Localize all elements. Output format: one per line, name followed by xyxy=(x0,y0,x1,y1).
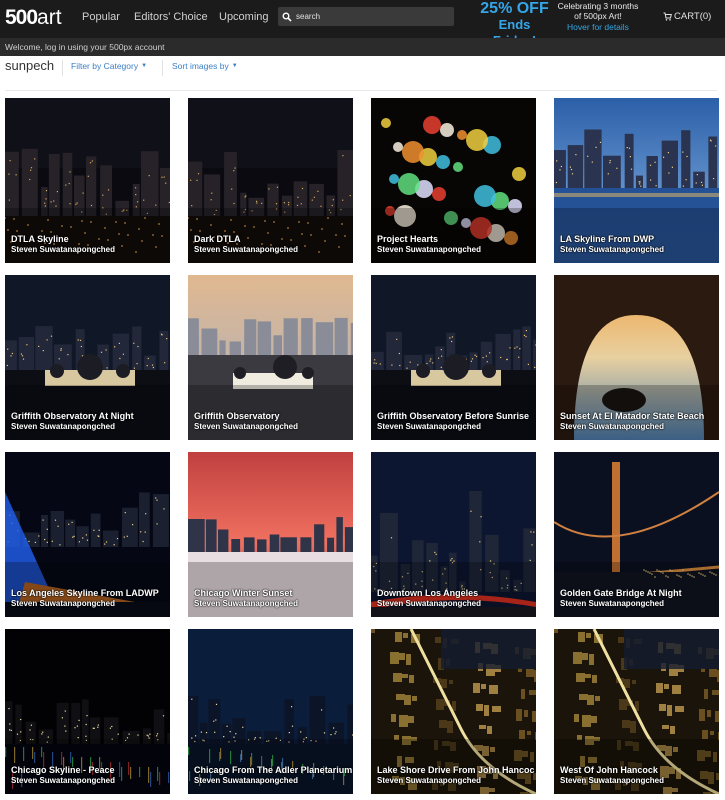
promo-detail-line2: of 500px Art! xyxy=(574,11,622,21)
photo-title[interactable]: Chicago From The Adler Planetarium xyxy=(194,765,352,776)
photo-tile[interactable]: Dark DTLA Steven Suwatanapongched xyxy=(188,98,353,263)
photo-author[interactable]: Steven Suwatanapongched xyxy=(194,245,352,255)
filter-label: Filter by Category xyxy=(71,61,139,71)
photo-author[interactable]: Steven Suwatanapongched xyxy=(11,422,169,432)
promo-detail[interactable]: Celebrating 3 months of 500px Art! Hover… xyxy=(556,1,640,32)
filter-by-category-dropdown[interactable]: Filter by Category ▼ xyxy=(71,61,147,71)
promo-headline: 25% OFF xyxy=(480,0,549,17)
photo-title[interactable]: Project Hearts xyxy=(377,234,535,245)
photo-title[interactable]: LA Skyline From DWP xyxy=(560,234,718,245)
photo-title[interactable]: West Of John Hancock xyxy=(560,765,718,776)
photo-caption: Project Hearts Steven Suwatanapongched xyxy=(377,234,535,255)
photo-tile[interactable]: West Of John Hancock Steven Suwatanapongc… xyxy=(554,629,719,794)
photo-author[interactable]: Steven Suwatanapongched xyxy=(194,422,352,432)
welcome-text[interactable]: Welcome, log in using your 500px account xyxy=(5,42,165,52)
photo-author[interactable]: Steven Suwatanapongched xyxy=(560,245,718,255)
sub-header: sunpech Filter by Category ▼ Sort images… xyxy=(0,56,725,80)
photo-tile[interactable]: LA Skyline From DWP Steven Suwatanapongch… xyxy=(554,98,719,263)
photo-author[interactable]: Steven Suwatanapongched xyxy=(377,599,535,609)
top-nav-bar: 500art Popular Editors' Choice Upcoming … xyxy=(0,0,725,48)
photo-author[interactable]: Steven Suwatanapongched xyxy=(377,245,535,255)
username-title: sunpech xyxy=(5,58,55,73)
photo-title[interactable]: Downtown Los Angeles xyxy=(377,588,535,599)
promo-detail-line1: Celebrating 3 months xyxy=(557,1,639,11)
caret-down-icon: ▼ xyxy=(231,63,238,69)
photo-tile[interactable]: Chicago Skyline - Peace Steven Suwatanapo… xyxy=(5,629,170,794)
photo-tile[interactable]: Golden Gate Bridge At Night Steven Suwata… xyxy=(554,452,719,617)
photo-title[interactable]: Griffith Observatory Before Sunrise xyxy=(377,411,535,422)
photo-caption: Chicago From The Adler Planetarium Steven… xyxy=(194,765,352,786)
photo-tile[interactable]: Lake Shore Drive From John Hancock Steven… xyxy=(371,629,536,794)
photo-tile[interactable]: Griffith Observatory Steven Suwatanapongc… xyxy=(188,275,353,440)
photo-caption: West Of John Hancock Steven Suwatanapongc… xyxy=(560,765,718,786)
caret-down-icon: ▼ xyxy=(141,63,148,69)
photo-caption: Golden Gate Bridge At Night Steven Suwata… xyxy=(560,588,718,609)
divider xyxy=(62,60,63,76)
photo-caption: Downtown Los Angeles Steven Suwatanapongc… xyxy=(377,588,535,609)
photo-title[interactable]: Chicago Skyline - Peace xyxy=(11,765,169,776)
photo-author[interactable]: Steven Suwatanapongched xyxy=(560,422,718,432)
photo-author[interactable]: Steven Suwatanapongched xyxy=(377,422,535,432)
promo-hover-link[interactable]: Hover for details xyxy=(556,22,640,32)
photo-tile[interactable]: Sunset At El Matador State Beach Steven S… xyxy=(554,275,719,440)
photo-author[interactable]: Steven Suwatanapongched xyxy=(11,599,169,609)
photo-caption: Chicago Skyline - Peace Steven Suwatanapo… xyxy=(11,765,169,786)
site-logo[interactable]: 500art xyxy=(5,4,62,32)
photo-title[interactable]: DTLA Skyline xyxy=(11,234,169,245)
photo-caption: Chicago Winter Sunset Steven Suwatanapong… xyxy=(194,588,352,609)
cart-button[interactable]: CART(0) xyxy=(663,11,711,22)
nav-editors-choice[interactable]: Editors' Choice xyxy=(134,11,208,23)
logo-suffix: art xyxy=(37,6,62,29)
photo-tile[interactable]: DTLA Skyline Steven Suwatanapongched xyxy=(5,98,170,263)
photo-tile[interactable]: Los Angeles Skyline From LADWP Steven Suw… xyxy=(5,452,170,617)
search-box[interactable] xyxy=(278,7,454,26)
welcome-banner[interactable]: Welcome, log in using your 500px account xyxy=(0,38,725,56)
photo-caption: DTLA Skyline Steven Suwatanapongched xyxy=(11,234,169,255)
photo-caption: Griffith Observatory Before Sunrise Steve… xyxy=(377,411,535,432)
photo-caption: Sunset At El Matador State Beach Steven S… xyxy=(560,411,718,432)
photo-author[interactable]: Steven Suwatanapongched xyxy=(11,776,169,786)
photo-title[interactable]: Lake Shore Drive From John Hancock xyxy=(377,765,535,776)
photo-author[interactable]: Steven Suwatanapongched xyxy=(560,776,718,786)
photo-title[interactable]: Chicago Winter Sunset xyxy=(194,588,352,599)
nav-upcoming[interactable]: Upcoming xyxy=(219,11,269,23)
photo-tile[interactable]: Chicago Winter Sunset Steven Suwatanapong… xyxy=(188,452,353,617)
photo-tile[interactable]: Griffith Observatory At Night Steven Suwa… xyxy=(5,275,170,440)
photo-author[interactable]: Steven Suwatanapongched xyxy=(194,599,352,609)
photo-title[interactable]: Los Angeles Skyline From LADWP xyxy=(11,588,169,599)
photo-author[interactable]: Steven Suwatanapongched xyxy=(194,776,352,786)
search-icon xyxy=(282,12,292,22)
photo-title[interactable]: Griffith Observatory xyxy=(194,411,352,422)
photo-caption: Griffith Observatory At Night Steven Suwa… xyxy=(11,411,169,432)
photo-caption: Los Angeles Skyline From LADWP Steven Suw… xyxy=(11,588,169,609)
photo-caption: Griffith Observatory Steven Suwatanapongc… xyxy=(194,411,352,432)
cart-label: CART(0) xyxy=(674,11,712,22)
photo-tile[interactable]: Project Hearts Steven Suwatanapongched xyxy=(371,98,536,263)
photo-tile[interactable]: Downtown Los Angeles Steven Suwatanapongc… xyxy=(371,452,536,617)
divider xyxy=(162,60,163,76)
sort-images-dropdown[interactable]: Sort images by ▼ xyxy=(172,61,238,71)
photo-author[interactable]: Steven Suwatanapongched xyxy=(377,776,535,786)
photo-title[interactable]: Golden Gate Bridge At Night xyxy=(560,588,718,599)
photo-title[interactable]: Griffith Observatory At Night xyxy=(11,411,169,422)
photo-caption: Lake Shore Drive From John Hancock Steven… xyxy=(377,765,535,786)
nav-popular[interactable]: Popular xyxy=(82,11,120,23)
photo-author[interactable]: Steven Suwatanapongched xyxy=(560,599,718,609)
photo-tile[interactable]: Chicago From The Adler Planetarium Steven… xyxy=(188,629,353,794)
search-input[interactable] xyxy=(296,12,446,21)
photo-tile[interactable]: Griffith Observatory Before Sunrise Steve… xyxy=(371,275,536,440)
photo-title[interactable]: Sunset At El Matador State Beach xyxy=(560,411,718,422)
sort-label: Sort images by xyxy=(172,61,229,71)
cart-icon xyxy=(663,12,672,21)
photo-title[interactable]: Dark DTLA xyxy=(194,234,352,245)
photo-caption: LA Skyline From DWP Steven Suwatanapongch… xyxy=(560,234,718,255)
photo-caption: Dark DTLA Steven Suwatanapongched xyxy=(194,234,352,255)
header-divider xyxy=(5,90,717,91)
photo-author[interactable]: Steven Suwatanapongched xyxy=(11,245,169,255)
logo-main: 500 xyxy=(5,6,38,29)
